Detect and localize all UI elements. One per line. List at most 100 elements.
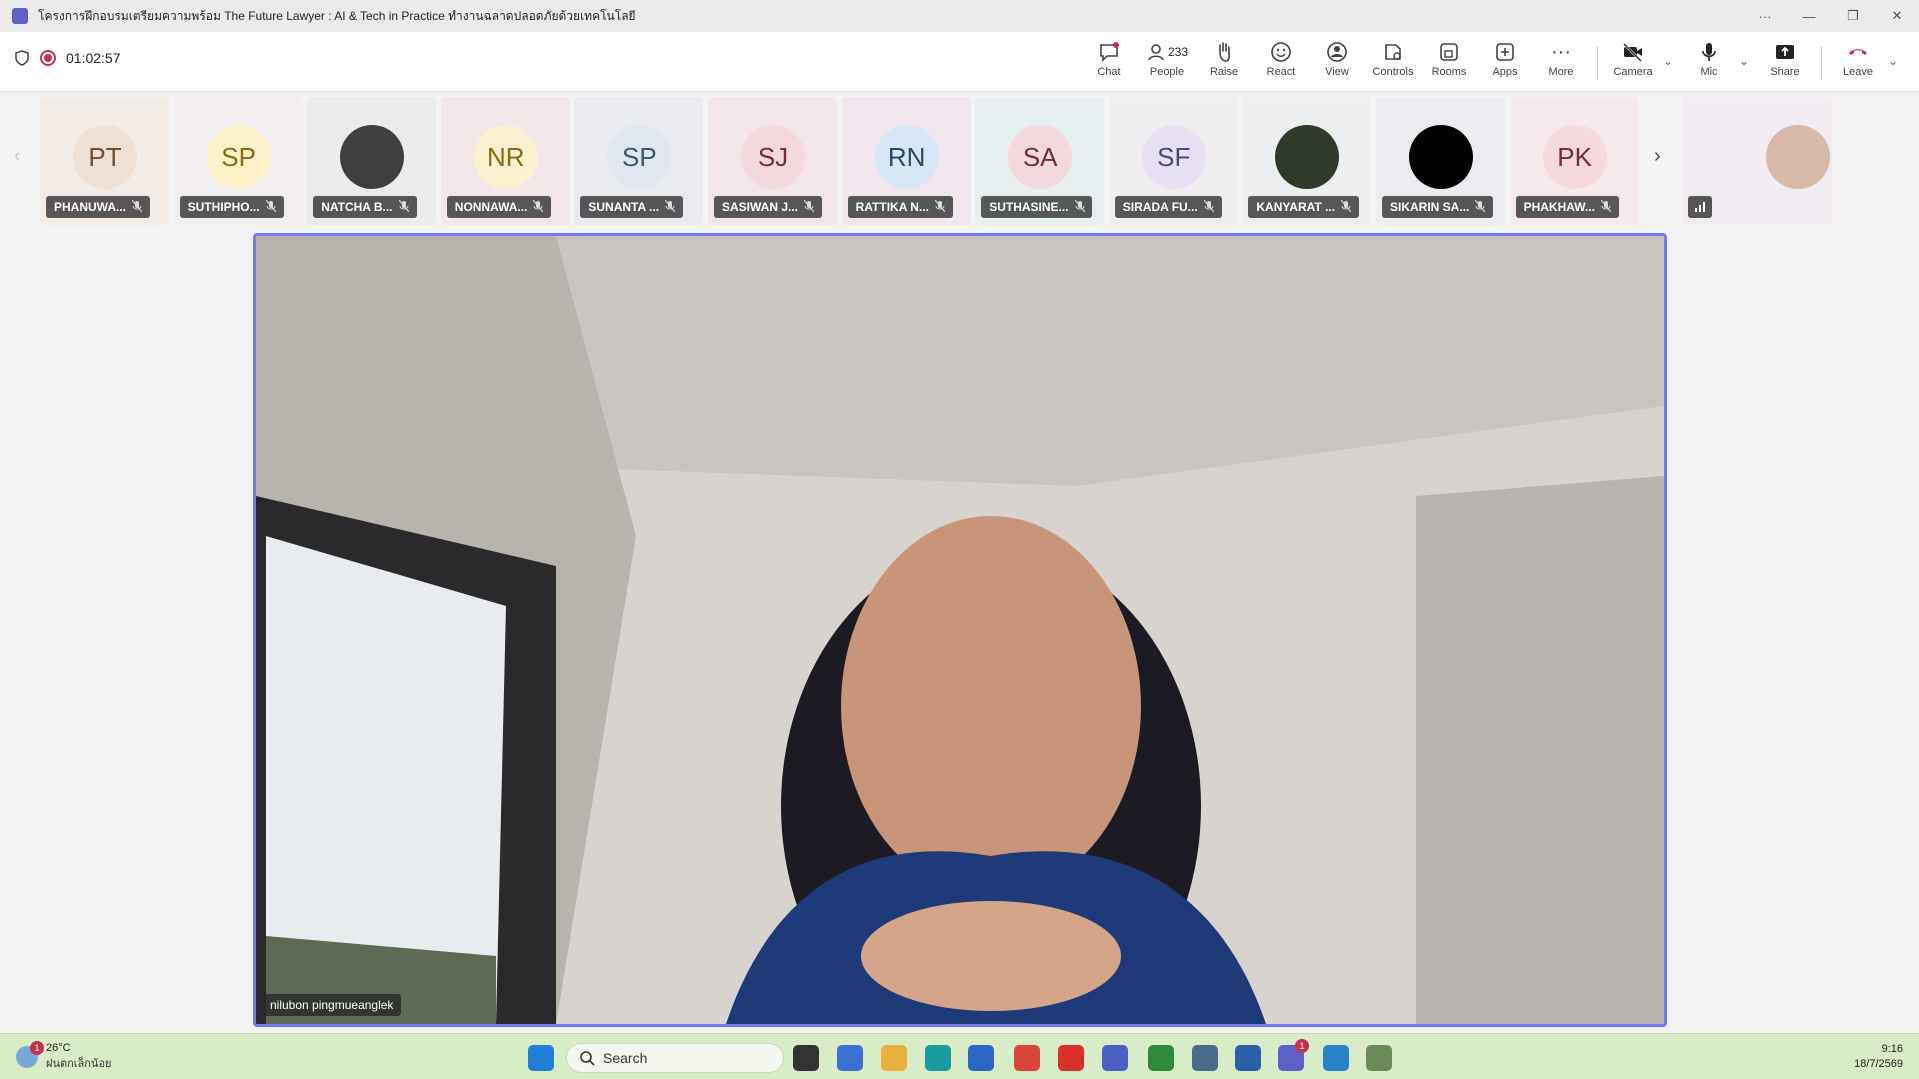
participant-tile[interactable]: NATCHA B... [307,97,437,225]
apps-icon [1496,43,1514,61]
rooms-button[interactable]: Rooms [1421,40,1477,86]
mic-muted-icon [1474,199,1486,215]
store-icon[interactable] [968,1045,994,1071]
close-icon[interactable]: ✕ [1875,0,1919,32]
participant-avatar: SP [607,125,672,189]
task-view-icon[interactable] [793,1045,819,1071]
controls-icon [1385,44,1401,60]
taskbar-search[interactable]: Search [566,1043,784,1073]
edge-icon[interactable] [925,1045,951,1071]
view-button[interactable]: View [1309,40,1365,86]
participant-name: PHANUWA... [54,200,126,214]
participant-name-badge: PHAKHAW... [1515,196,1619,218]
share-label: Share [1770,66,1800,78]
participant-avatar [1275,125,1340,189]
mic-muted-icon [1600,199,1612,215]
calculator-icon[interactable] [1192,1045,1218,1071]
participant-name: SUNANTA ... [588,200,660,214]
mic-muted-icon [664,199,676,215]
window-more-icon[interactable]: ··· [1743,0,1787,32]
weather-temp: 26°C [46,1042,71,1054]
raise-button[interactable]: Raise [1196,40,1252,86]
weather-widget[interactable]: 1 26°C ฝนตกเล็กน้อย [16,1041,112,1072]
mic-options-chevron-icon[interactable]: ⌄ [1739,54,1749,68]
chrome-icon[interactable] [1014,1045,1040,1071]
strip-next-arrow-icon[interactable]: › [1654,145,1661,168]
weather-icon: 1 [16,1041,44,1068]
network-quality-badge [1688,196,1712,218]
mic-muted-icon [803,199,815,215]
search-placeholder: Search [603,1050,648,1066]
participant-name: SIKARIN SA... [1390,200,1470,214]
acrobat-icon[interactable] [1058,1045,1084,1071]
restore-icon[interactable]: ❐ [1831,0,1875,32]
share-button[interactable]: Share [1757,40,1813,86]
camera-label: Camera [1613,66,1653,78]
mic-muted-icon [1340,199,1352,215]
share-icon [1776,45,1794,59]
file-explorer-icon[interactable] [881,1045,907,1071]
people-label: People [1149,66,1185,78]
participant-name-badge: SASIWAN J... [714,196,823,218]
participant-tile[interactable]: SP SUTHIPHO... [173,97,303,225]
mic-label: Mic [1700,66,1718,78]
participant-tile[interactable]: SP SUNANTA ... [574,97,704,225]
signal-bars-icon [1695,202,1705,212]
leave-button[interactable]: Leave [1830,40,1886,86]
speaker-name-label: nilubon pingmueanglek [262,994,402,1016]
participant-tile[interactable]: SIKARIN SA... [1376,97,1505,225]
participant-tile[interactable]: NR NONNAWA... [440,97,570,225]
leave-options-chevron-icon[interactable]: ⌄ [1888,54,1898,68]
chrome-profile-icon[interactable] [1148,1045,1174,1071]
camera-button[interactable]: Camera [1605,40,1661,86]
minimize-icon[interactable]: — [1787,0,1831,32]
m365-icon[interactable] [837,1045,863,1071]
participant-tile[interactable]: RN RATTIKA N... [841,97,971,225]
teams-icon[interactable]: 1 [1278,1039,1309,1071]
controls-button[interactable]: Controls [1365,40,1421,86]
participant-name: SASIWAN J... [722,200,799,214]
apps-button[interactable]: Apps [1477,40,1533,86]
participant-tile[interactable]: SA SUTHASINE... [975,97,1105,225]
participant-tile[interactable]: SJ SASIWAN J... [708,97,837,225]
participant-name: SUTHASINE... [989,200,1069,214]
rooms-label: Rooms [1431,66,1467,78]
photos-icon[interactable] [1323,1045,1349,1071]
raise-label: Raise [1209,66,1239,78]
toolbar-divider [1597,46,1598,80]
mic-muted-icon [1074,199,1085,215]
strip-prev-arrow-icon[interactable]: ‹ [14,145,21,168]
participant-tile[interactable]: SF SIRADA FU... [1108,97,1238,225]
participant-avatar: SA [1008,125,1073,189]
clock-date: 18/7/2569 [1854,1058,1903,1070]
shield-icon [15,50,29,66]
react-button[interactable]: React [1253,40,1309,86]
participant-tile[interactable]: PT PHANUWA... [40,97,169,225]
participant-tile[interactable]: KANYARAT ... [1242,97,1372,225]
settings-app-icon[interactable] [1102,1045,1128,1071]
mic-muted-icon [398,199,409,215]
word-icon[interactable] [1235,1045,1261,1071]
participant-name: RATTIKA N... [855,200,929,214]
participant-avatar: SF [1141,125,1206,189]
system-clock[interactable]: 9:16 18/7/2569 [1854,1042,1903,1072]
windows-taskbar: 1 26°C ฝนตกเล็กน้อย Search 1 9:16 18/7/2… [0,1033,1919,1079]
more-button[interactable]: ··· More [1533,40,1589,86]
more-icon: ··· [1551,41,1571,63]
mic-muted-icon [1203,199,1215,215]
mic-button[interactable]: Mic [1681,40,1737,86]
chat-button[interactable]: Chat [1081,40,1137,86]
mic-muted-icon [131,199,143,215]
camera-options-chevron-icon[interactable]: ⌄ [1663,54,1673,68]
participant-name-badge: SUTHIPHO... [179,196,284,218]
people-button[interactable]: 233 People [1139,40,1195,86]
self-video-tile[interactable] [1682,97,1832,225]
participant-avatar: PT [73,125,137,189]
participant-tile[interactable]: PK PHAKHAW... [1509,97,1639,225]
participant-avatar: SP [206,125,271,189]
windows-start-icon[interactable] [528,1045,554,1071]
mic-icon [1702,43,1716,61]
snipping-tool-icon[interactable] [1366,1045,1392,1071]
main-speaker-video[interactable]: nilubon pingmueanglek [253,233,1667,1027]
speaker-video-frame [256,236,1664,1024]
